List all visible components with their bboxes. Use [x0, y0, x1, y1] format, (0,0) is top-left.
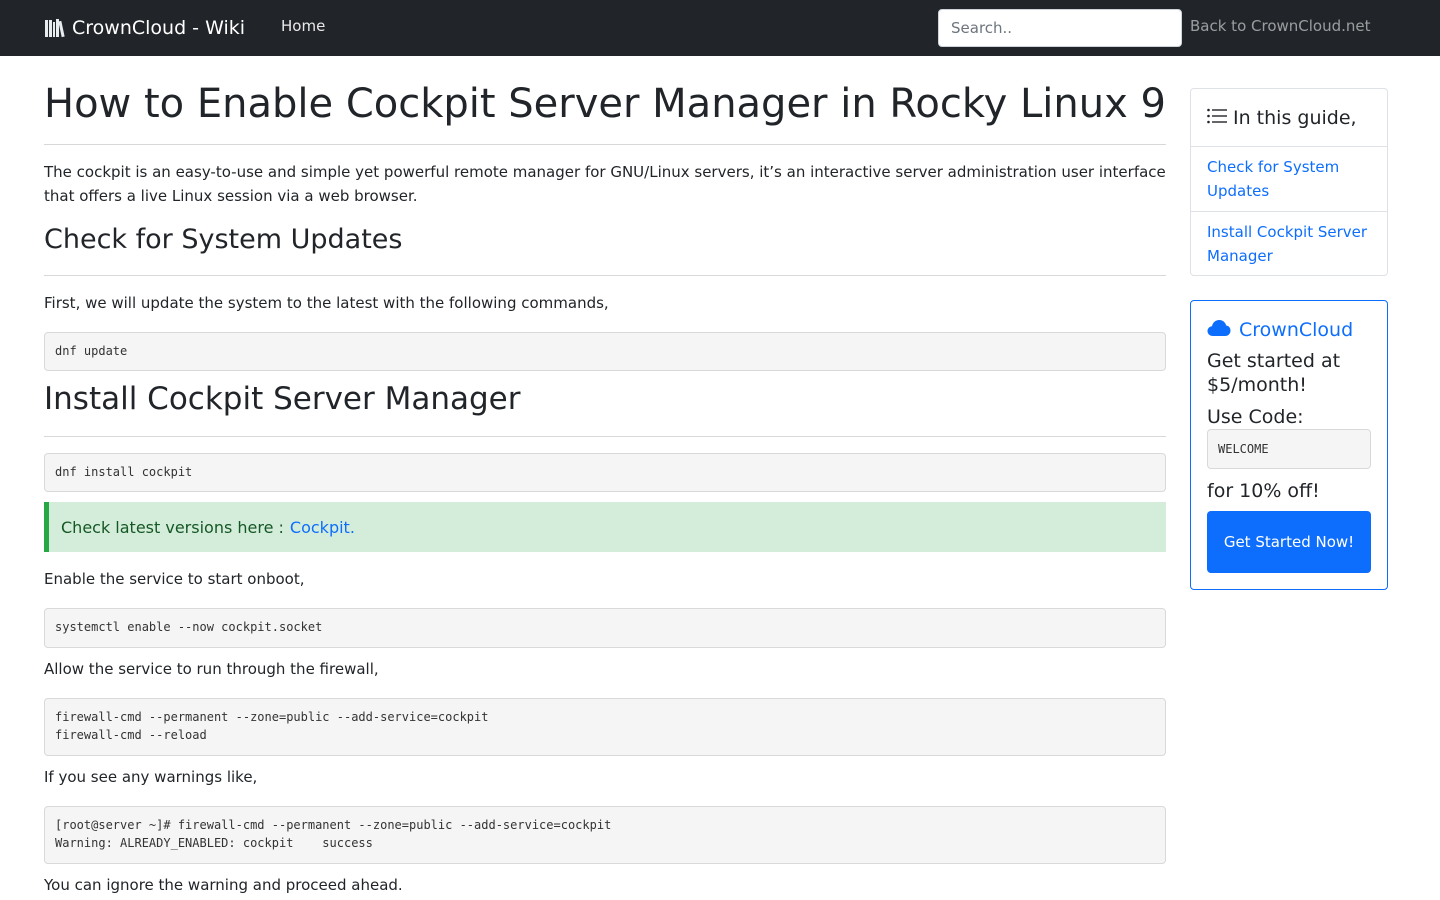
firewall-paragraph: Allow the service to run through the fir…: [44, 660, 379, 678]
enable-paragraph: Enable the service to start onboot,: [44, 570, 305, 588]
table-of-contents: In this guide, Check for System Updates …: [1190, 88, 1388, 276]
brand-label: CrownCloud - Wiki: [72, 17, 246, 39]
brand-link[interactable]: CrownCloud - Wiki: [44, 14, 245, 42]
top-navbar: CrownCloud - Wiki Home Back to CrownClou…: [0, 0, 1440, 56]
toc-item-install[interactable]: Install Cockpit Server Manager: [1191, 212, 1387, 276]
code-block-warning: [root@server ~]# firewall-cmd --permanen…: [44, 806, 1166, 864]
promo-brand-label: CrownCloud: [1239, 319, 1354, 341]
nav-home-link[interactable]: Home: [281, 17, 325, 35]
code-block-enable: systemctl enable --now cockpit.socket: [44, 608, 1166, 648]
cloud-icon: [1207, 319, 1231, 342]
toc-header: In this guide,: [1191, 89, 1387, 147]
version-alert: Check latest versions here : Cockpit.: [44, 502, 1166, 552]
books-icon: [44, 18, 66, 38]
title-divider: [44, 144, 1166, 145]
page-title: How to Enable Cockpit Server Manager in …: [44, 81, 1166, 127]
alert-text: Check latest versions here :: [61, 517, 284, 537]
section-heading-updates: Check for System Updates: [44, 224, 403, 255]
promo-code-label: Use Code:: [1207, 406, 1304, 428]
code-block-update: dnf update: [44, 332, 1166, 371]
section-heading-install: Install Cockpit Server Manager: [44, 381, 521, 417]
promo-price-text: Get started at $5/month!: [1207, 350, 1341, 396]
code-block-install: dnf install cockpit: [44, 453, 1166, 492]
section-divider: [44, 436, 1166, 437]
back-to-crowncloud-link[interactable]: Back to CrownCloud.net: [1190, 17, 1371, 35]
updates-paragraph: First, we will update the system to the …: [44, 294, 609, 312]
toc-heading: In this guide,: [1233, 106, 1357, 129]
promo-discount-text: for 10% off!: [1207, 480, 1320, 502]
toc-item-updates[interactable]: Check for System Updates: [1191, 147, 1387, 212]
section-divider: [44, 275, 1166, 276]
search-input[interactable]: [938, 9, 1182, 47]
promo-card: CrownCloud Get started at $5/month! Use …: [1190, 300, 1388, 590]
warning-paragraph: If you see any warnings like,: [44, 768, 258, 786]
promo-code: WELCOME: [1207, 429, 1371, 469]
promo-brand: CrownCloud: [1207, 317, 1371, 343]
get-started-button[interactable]: Get Started Now!: [1207, 511, 1371, 573]
cockpit-link[interactable]: Cockpit.: [290, 518, 355, 537]
ignore-paragraph: You can ignore the warning and proceed a…: [44, 876, 403, 894]
code-block-firewall: firewall-cmd --permanent --zone=public -…: [44, 698, 1166, 756]
list-icon: [1207, 107, 1227, 129]
intro-paragraph: The cockpit is an easy-to-use and simple…: [44, 163, 1166, 205]
